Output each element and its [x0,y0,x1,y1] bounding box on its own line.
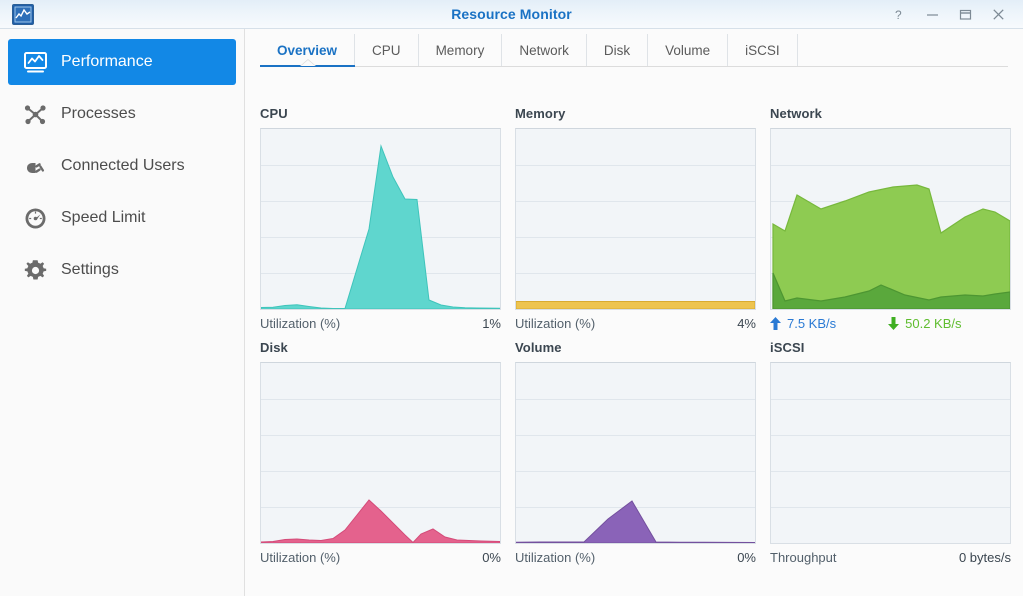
sidebar-item-label: Settings [61,261,119,278]
tab-pointer [300,60,315,66]
sidebar-item-label: Performance [61,53,153,70]
disk-footer: Utilization (%) 0% [260,548,501,567]
tab-label: Volume [665,43,711,58]
sidebar-item-speed-limit[interactable]: Speed Limit [8,195,236,241]
maximize-button[interactable] [949,0,982,29]
resource-monitor-window: Resource Monitor ? Performance Processes… [0,0,1023,596]
iscsi-value: 0 bytes/s [958,550,1011,565]
minimize-button[interactable] [916,0,949,29]
title-bar: Resource Monitor ? [0,0,1023,29]
sidebar-item-label: Speed Limit [61,209,146,226]
disk-metric-label: Utilization (%) [260,550,341,565]
tab-cpu[interactable]: CPU [355,34,419,67]
cpu-metric-label: Utilization (%) [260,316,341,331]
volume-metric-label: Utilization (%) [515,550,596,565]
panel-title: Volume [515,340,562,355]
network-chart [770,128,1011,310]
panel-disk: Disk Utilization (%) 0% [260,340,501,567]
cpu-footer: Utilization (%) 1% [260,314,501,333]
sidebar-item-processes[interactable]: Processes [8,91,236,137]
tab-label: iSCSI [745,43,780,58]
cpu-value: 1% [482,316,501,331]
arrow-up-icon [770,317,781,330]
tab-label: Memory [435,43,485,58]
iscsi-chart [770,362,1011,544]
panel-memory: Memory Utilization (%) 4% [515,106,756,333]
panel-title: Memory [515,106,566,121]
tab-iscsi[interactable]: iSCSI [728,34,798,67]
iscsi-footer: Throughput 0 bytes/s [770,548,1011,567]
performance-icon [20,47,50,77]
volume-footer: Utilization (%) 0% [515,548,756,567]
disk-chart [260,362,501,544]
connected-users-icon [20,151,50,181]
memory-value: 4% [737,316,756,331]
panel-volume: Volume Utilization (%) 0% [515,340,756,567]
sidebar-item-label: Processes [61,105,136,122]
sidebar-item-label: Connected Users [61,157,185,174]
panel-title: CPU [260,106,288,121]
network-download: 50.2 KB/s [888,316,962,331]
tab-label: CPU [372,43,401,58]
network-download-value: 50.2 KB/s [905,316,962,331]
window-controls: ? [883,0,1015,29]
tab-label: Overview [277,43,338,58]
content-area: Overview CPU Memory Network Disk Volume … [246,29,1023,596]
settings-icon [20,255,50,285]
tab-label: Network [519,43,569,58]
tab-network[interactable]: Network [502,34,587,67]
volume-value: 0% [737,550,756,565]
svg-text:?: ? [895,8,902,22]
iscsi-metric-label: Throughput [770,550,837,565]
tab-memory[interactable]: Memory [419,34,503,67]
volume-chart [515,362,756,544]
tab-underline [260,66,1008,67]
panel-network: Network 7.5 KB/s 50.2 KB/s [770,106,1011,333]
tab-disk[interactable]: Disk [587,34,649,67]
memory-chart [515,128,756,310]
sidebar: Performance Processes Connected Users Sp… [0,29,245,596]
processes-icon [20,99,50,129]
tab-bar: Overview CPU Memory Network Disk Volume … [246,29,1023,67]
panel-title: Network [770,106,822,121]
arrow-down-icon [888,317,900,330]
network-upload: 7.5 KB/s [770,316,836,331]
panel-title: Disk [260,340,288,355]
close-button[interactable] [982,0,1015,29]
sidebar-item-performance[interactable]: Performance [8,39,236,85]
sidebar-item-connected-users[interactable]: Connected Users [8,143,236,189]
cpu-chart [260,128,501,310]
memory-metric-label: Utilization (%) [515,316,596,331]
panel-cpu: CPU Utilization (%) 1% [260,106,501,333]
panel-iscsi: iSCSI Throughput 0 bytes/s [770,340,1011,567]
speed-limit-icon [20,203,50,233]
sidebar-item-settings[interactable]: Settings [8,247,236,293]
panel-title: iSCSI [770,340,805,355]
disk-value: 0% [482,550,501,565]
network-upload-value: 7.5 KB/s [787,316,837,331]
tab-label: Disk [603,43,631,58]
network-footer: 7.5 KB/s 50.2 KB/s [770,314,1011,333]
overview-grid: CPU Utilization (%) 1% Memory Utilizatio… [260,106,1012,567]
tab-volume[interactable]: Volume [648,34,729,67]
help-button[interactable]: ? [883,0,916,29]
window-title: Resource Monitor [451,6,572,22]
memory-footer: Utilization (%) 4% [515,314,756,333]
